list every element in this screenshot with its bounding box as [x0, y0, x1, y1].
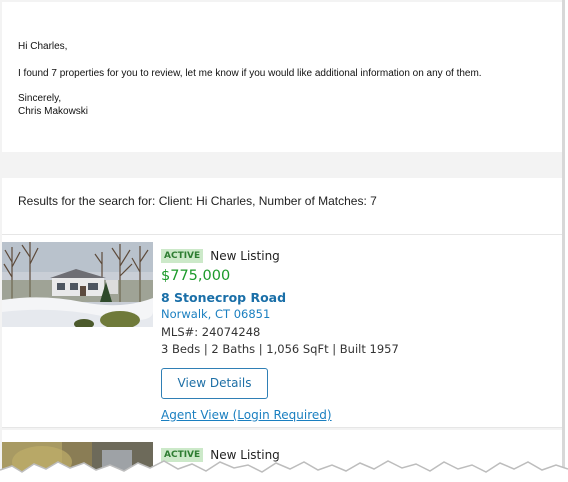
listing-info: ACTIVE New Listing $775,000 8 Stonecrop …: [161, 245, 541, 422]
listing-status: New Listing: [210, 248, 280, 263]
listing-card: ACTIVE New Listing $775,000 8 Stonecrop …: [2, 235, 562, 428]
listing-address-link[interactable]: 8 Stonecrop Road: [161, 290, 541, 306]
view-details-button[interactable]: View Details: [161, 368, 268, 399]
email-message: Hi Charles, I found 7 properties for you…: [2, 2, 562, 152]
listing-mls: MLS#: 24074248: [161, 325, 261, 339]
listing-price: $775,000: [161, 268, 231, 284]
email-body: I found 7 properties for you to review, …: [18, 68, 482, 79]
listing-photo[interactable]: [2, 242, 153, 327]
results-header-bar: Results for the search for: Client: Hi C…: [2, 178, 562, 235]
email-greeting: Hi Charles,: [18, 41, 68, 52]
email-signature: Chris Makowski: [18, 106, 89, 117]
email-frame: Hi Charles, I found 7 properties for you…: [0, 0, 565, 482]
torn-edge-effect: [0, 460, 568, 482]
agent-view-link[interactable]: Agent View (Login Required): [161, 408, 541, 422]
listing-details: 3 Beds | 2 Baths | 1,056 SqFt | Built 19…: [161, 342, 399, 356]
results-header: Results for the search for: Client: Hi C…: [18, 194, 377, 208]
email-closing: Sincerely,: [18, 93, 62, 104]
listing-city-link[interactable]: Norwalk, CT 06851: [161, 306, 541, 322]
status-badge: ACTIVE: [161, 248, 204, 263]
house-snow-photo: [2, 242, 153, 327]
